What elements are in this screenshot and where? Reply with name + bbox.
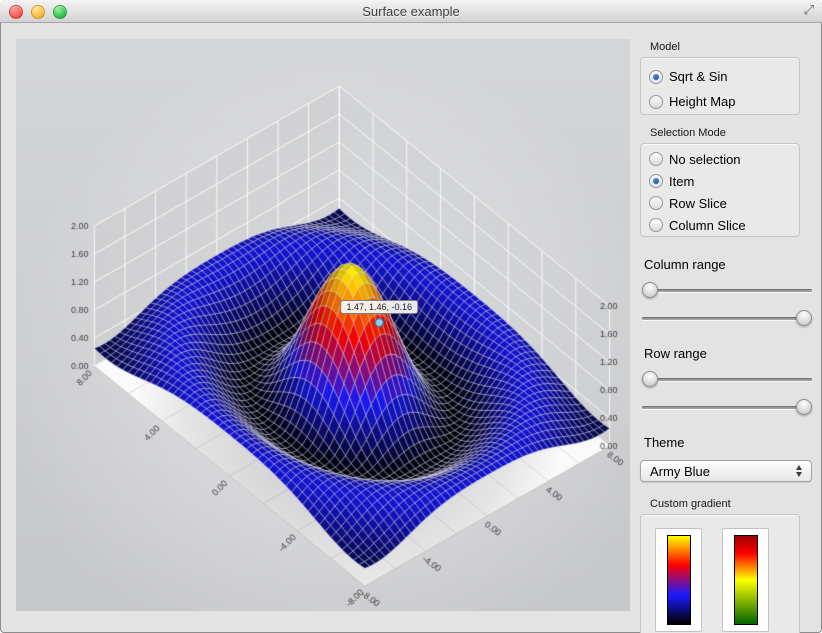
gradient-swatch-icon (667, 535, 691, 625)
selection-mode-groupbox: No selection Item Row Slice Column Slice (640, 143, 800, 237)
radio-selected-icon[interactable] (649, 70, 663, 84)
arrow-down-icon (796, 472, 802, 477)
slider-knob[interactable] (796, 399, 812, 415)
radio-selected-icon[interactable] (649, 174, 663, 188)
column-range-max-slider[interactable] (642, 310, 812, 326)
theme-select[interactable]: Army Blue (640, 460, 812, 482)
minimize-icon[interactable] (31, 5, 45, 19)
radio-row-column-slice[interactable]: Column Slice (649, 214, 799, 236)
model-groupbox: Sqrt & Sin Height Map (640, 57, 800, 115)
column-range-min-slider[interactable] (642, 282, 812, 298)
row-range-max-slider[interactable] (642, 399, 812, 415)
radio-row-sqrt-sin[interactable]: Sqrt & Sin (649, 64, 799, 89)
radio-row-row-slice[interactable]: Row Slice (649, 192, 799, 214)
row-range-label: Row range (644, 346, 816, 361)
controls-panel: Model Sqrt & Sin Height Map Selection Mo… (640, 41, 816, 633)
theme-label: Theme (644, 435, 816, 450)
surface-3d-view[interactable] (16, 39, 630, 611)
gradient-green-yellow-red-button[interactable] (722, 528, 769, 632)
gradient-black-blue-red-yellow-button[interactable] (655, 528, 702, 632)
radio-unselected-icon[interactable] (649, 152, 663, 166)
radio-label: Column Slice (669, 218, 746, 233)
radio-row-height-map[interactable]: Height Map (649, 89, 799, 114)
row-range-min-slider[interactable] (642, 371, 812, 387)
selection-label: 1.47, 1.46, -0.16 (341, 300, 419, 314)
dropdown-arrows-icon (794, 465, 804, 477)
radio-row-item[interactable]: Item (649, 170, 799, 192)
model-group-title: Model (650, 41, 816, 53)
theme-selected-value: Army Blue (641, 464, 794, 479)
slider-knob[interactable] (642, 282, 658, 298)
zoom-icon[interactable] (53, 5, 67, 19)
arrow-up-icon (796, 465, 802, 470)
column-range-label: Column range (644, 257, 816, 272)
radio-unselected-icon[interactable] (649, 95, 663, 109)
slider-knob[interactable] (642, 371, 658, 387)
radio-label: Row Slice (669, 196, 727, 211)
slider-knob[interactable] (796, 310, 812, 326)
title-bar[interactable]: Surface example ⤢ (0, 0, 822, 23)
radio-unselected-icon[interactable] (649, 218, 663, 232)
slider-track[interactable] (642, 289, 812, 292)
radio-label: Height Map (669, 94, 735, 109)
traffic-lights (9, 5, 67, 19)
fullscreen-icon[interactable]: ⤢ (804, 2, 814, 18)
selection-mode-group-title: Selection Mode (650, 127, 816, 139)
surface-plot: 1.47, 1.46, -0.16 (16, 39, 630, 611)
close-icon[interactable] (9, 5, 23, 19)
radio-label: Item (669, 174, 694, 189)
radio-label: No selection (669, 152, 741, 167)
gradient-swatch-icon (734, 535, 758, 625)
slider-track[interactable] (642, 378, 812, 381)
custom-gradient-group-title: Custom gradient (650, 498, 816, 510)
app-window: Surface example ⤢ 1.47, 1.46, -0.16 Mode… (0, 0, 822, 633)
window-title: Surface example (362, 4, 460, 19)
radio-label: Sqrt & Sin (669, 69, 728, 84)
window-content: 1.47, 1.46, -0.16 Model Sqrt & Sin Heigh… (0, 23, 822, 633)
custom-gradient-groupbox (640, 514, 800, 633)
slider-track[interactable] (642, 406, 812, 409)
radio-row-no-selection[interactable]: No selection (649, 148, 799, 170)
radio-unselected-icon[interactable] (649, 196, 663, 210)
slider-track[interactable] (642, 317, 812, 320)
